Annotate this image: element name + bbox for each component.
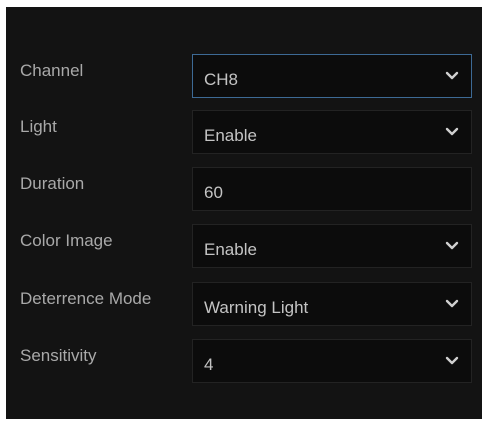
- sensitivity-value: 4: [204, 355, 214, 374]
- color-image-select[interactable]: Enable: [192, 224, 472, 268]
- channel-select[interactable]: CH8: [192, 54, 472, 98]
- deterrence-mode-label: Deterrence Mode: [20, 289, 152, 308]
- deterrence-mode-value: Warning Light: [204, 298, 309, 317]
- color-image-value: Enable: [204, 240, 257, 259]
- channel-row: Channel CH8: [6, 54, 482, 98]
- sensitivity-row: Sensitivity 4: [6, 339, 482, 383]
- color-image-row: Color Image Enable: [6, 224, 482, 268]
- light-select[interactable]: Enable: [192, 110, 472, 154]
- chevron-down-icon: [445, 241, 459, 250]
- duration-row: Duration 60: [6, 167, 482, 211]
- deterrence-mode-row: Deterrence Mode Warning Light: [6, 282, 482, 326]
- chevron-down-icon: [445, 71, 459, 80]
- duration-value: 60: [204, 183, 223, 202]
- light-label: Light: [20, 117, 57, 136]
- channel-label: Channel: [20, 61, 84, 80]
- sensitivity-label: Sensitivity: [20, 346, 97, 365]
- chevron-down-icon: [445, 127, 459, 136]
- sensitivity-select[interactable]: 4: [192, 339, 472, 383]
- color-image-label: Color Image: [20, 231, 113, 250]
- chevron-down-icon: [445, 299, 459, 308]
- duration-label: Duration: [20, 174, 85, 193]
- light-value: Enable: [204, 126, 257, 145]
- chevron-down-icon: [445, 356, 459, 365]
- channel-value: CH8: [204, 70, 239, 89]
- deterrence-settings-panel: Channel CH8 Light Enable Duration 60 Col…: [6, 7, 482, 419]
- deterrence-mode-select[interactable]: Warning Light: [192, 282, 472, 326]
- duration-input[interactable]: 60: [192, 167, 472, 211]
- light-row: Light Enable: [6, 110, 482, 154]
